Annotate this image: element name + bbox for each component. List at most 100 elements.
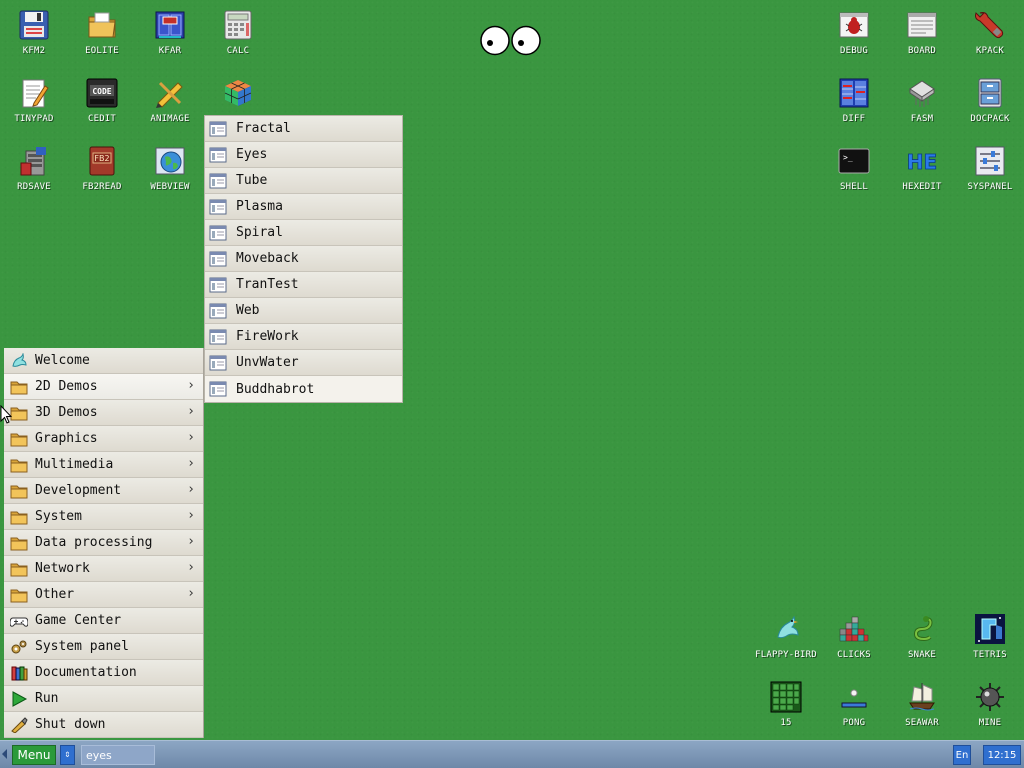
menu-item-2d-demos[interactable]: 2D Demos › <box>4 374 203 400</box>
menu-item-label: 2D Demos <box>35 379 98 394</box>
play-icon <box>9 690 29 708</box>
desktop-icon-seawar[interactable]: SEAWAR <box>888 672 956 738</box>
menu-item-shut-down[interactable]: Shut down <box>4 712 203 738</box>
language-indicator[interactable]: En <box>953 745 971 765</box>
submenu-item-moveback[interactable]: Moveback <box>205 246 402 272</box>
folder-icon <box>9 508 29 526</box>
desktop-icon-kfm2[interactable]: KFM2 <box>0 0 68 66</box>
desktop-icon-calc[interactable]: CALC <box>204 0 272 66</box>
desktop-icon-pong[interactable]: PONG <box>820 672 888 738</box>
desktop-icon-kfar[interactable]: KFAR <box>136 0 204 66</box>
menu-item-system-panel[interactable]: System panel <box>4 634 203 660</box>
app-window-icon <box>209 173 227 188</box>
desktop-icon-fb2read[interactable]: FB2 FB2READ <box>68 136 136 202</box>
mouse-cursor-icon <box>0 405 12 424</box>
menu-item-system[interactable]: System › <box>4 504 203 530</box>
submenu-item-tube[interactable]: Tube <box>205 168 402 194</box>
pencil-icon <box>153 76 187 110</box>
submenu-item-label: Fractal <box>236 121 291 136</box>
icon-label: FB2READ <box>82 182 122 192</box>
cube-icon <box>221 76 255 110</box>
menu-item-other[interactable]: Other › <box>4 582 203 608</box>
menu-item-label: Shut down <box>35 717 106 732</box>
submenu-item-trantest[interactable]: TranTest <box>205 272 402 298</box>
menu-item-game-center[interactable]: Game Center <box>4 608 203 634</box>
menu-item-label: Graphics <box>35 431 98 446</box>
menu-item-network[interactable]: Network › <box>4 556 203 582</box>
icon-label: DIFF <box>842 114 866 124</box>
submenu-item-firework[interactable]: FireWork <box>205 324 402 350</box>
desktop-icon-snake[interactable]: SNAKE <box>888 604 956 670</box>
svg-text:HE: HE <box>907 150 937 174</box>
app-window-icon <box>209 329 227 344</box>
menu-button[interactable]: Menu <box>12 745 56 765</box>
submenu-item-label: Eyes <box>236 147 268 162</box>
chevron-right-icon: › <box>187 508 195 523</box>
taskbar-scroll-left-icon[interactable] <box>2 749 7 759</box>
icon-label: CLICKS <box>837 650 871 660</box>
desktop-icon-board[interactable]: BOARD <box>888 0 956 66</box>
submenu-item-eyes[interactable]: Eyes <box>205 142 402 168</box>
desktop-icon-mine[interactable]: MINE <box>956 672 1024 738</box>
icon-label: SYSPANEL <box>967 182 1013 192</box>
menu-item-label: 3D Demos <box>35 405 98 420</box>
desktop-icon-docpack[interactable]: DOCPACK <box>956 68 1024 134</box>
desktop-icon-webview[interactable]: WEBVIEW <box>136 136 204 202</box>
desktop-icon-rdsave[interactable]: RDSAVE <box>0 136 68 202</box>
submenu-item-buddhabrot[interactable]: Buddhabrot <box>205 376 402 402</box>
icon-label: RDSAVE <box>17 182 51 192</box>
desktop-icon-fasm[interactable]: FASM <box>888 68 956 134</box>
desktop-icon-hexedit[interactable]: HE HEXEDIT <box>888 136 956 202</box>
menu-item-3d-demos[interactable]: 3D Demos › <box>4 400 203 426</box>
globe-icon <box>153 144 187 178</box>
desktop-icon-clicks[interactable]: CLICKS <box>820 604 888 670</box>
submenu-item-plasma[interactable]: Plasma <box>205 194 402 220</box>
desktop-icon-shell[interactable]: >_ SHELL <box>820 136 888 202</box>
app-window-icon <box>209 121 227 136</box>
icon-label: EOLITE <box>85 46 119 56</box>
menu-item-welcome[interactable]: Welcome <box>4 348 203 374</box>
svg-text:FB2: FB2 <box>94 154 109 163</box>
menu-item-label: Game Center <box>35 613 122 628</box>
icon-label: DEBUG <box>839 46 869 56</box>
window-switch-button[interactable]: ⇕ <box>60 745 75 765</box>
app-window-icon <box>209 303 227 318</box>
submenu-item-spiral[interactable]: Spiral <box>205 220 402 246</box>
menu-item-multimedia[interactable]: Multimedia › <box>4 452 203 478</box>
eyes-widget[interactable] <box>480 25 542 56</box>
desktop-icon-debug[interactable]: DEBUG <box>820 0 888 66</box>
desktop-icon-kpack[interactable]: KPACK <box>956 0 1024 66</box>
menu-item-data-processing[interactable]: Data processing › <box>4 530 203 556</box>
submenu-item-label: Spiral <box>236 225 283 240</box>
desktop-icon-syspanel[interactable]: SYSPANEL <box>956 136 1024 202</box>
taskbar-item-eyes[interactable]: eyes <box>81 745 155 765</box>
desktop-icon-eolite[interactable]: EOLITE <box>68 0 136 66</box>
folder-icon <box>85 8 119 42</box>
desktop-icon-15[interactable]: 15 <box>752 672 820 738</box>
submenu-item-unvwater[interactable]: UnvWater <box>205 350 402 376</box>
submenu-item-web[interactable]: Web <box>205 298 402 324</box>
menu-item-run[interactable]: Run <box>4 686 203 712</box>
menu-item-documentation[interactable]: Documentation <box>4 660 203 686</box>
submenu-2d-demos: Fractal Eyes Tube Plasma Spiral Moveback… <box>204 115 403 403</box>
desktop-icon-animage[interactable]: ANIMAGE <box>136 68 204 134</box>
menu-item-graphics[interactable]: Graphics › <box>4 426 203 452</box>
book-icon: FB2 <box>85 144 119 178</box>
desktop-icon-cedit[interactable]: CODE CEDIT <box>68 68 136 134</box>
folder-icon <box>9 560 29 578</box>
bug-icon <box>837 8 871 42</box>
clock[interactable]: 12:15 <box>983 745 1021 765</box>
menu-item-label: Data processing <box>35 535 153 550</box>
code-editor-icon: CODE <box>85 76 119 110</box>
folder-icon <box>9 404 29 422</box>
icon-label: TINYPAD <box>14 114 54 124</box>
desktop-icon-diff[interactable]: DIFF <box>820 68 888 134</box>
ship-icon <box>905 680 939 714</box>
menu-item-development[interactable]: Development › <box>4 478 203 504</box>
grid-icon <box>769 680 803 714</box>
desktop-icon-tinypad[interactable]: TINYPAD <box>0 68 68 134</box>
desktop-icon-tetris[interactable]: TETRIS <box>956 604 1024 670</box>
icon-label: BOARD <box>907 46 937 56</box>
desktop-icon-flappy-bird[interactable]: FLAPPY-BIRD <box>752 604 820 670</box>
submenu-item-fractal[interactable]: Fractal <box>205 116 402 142</box>
